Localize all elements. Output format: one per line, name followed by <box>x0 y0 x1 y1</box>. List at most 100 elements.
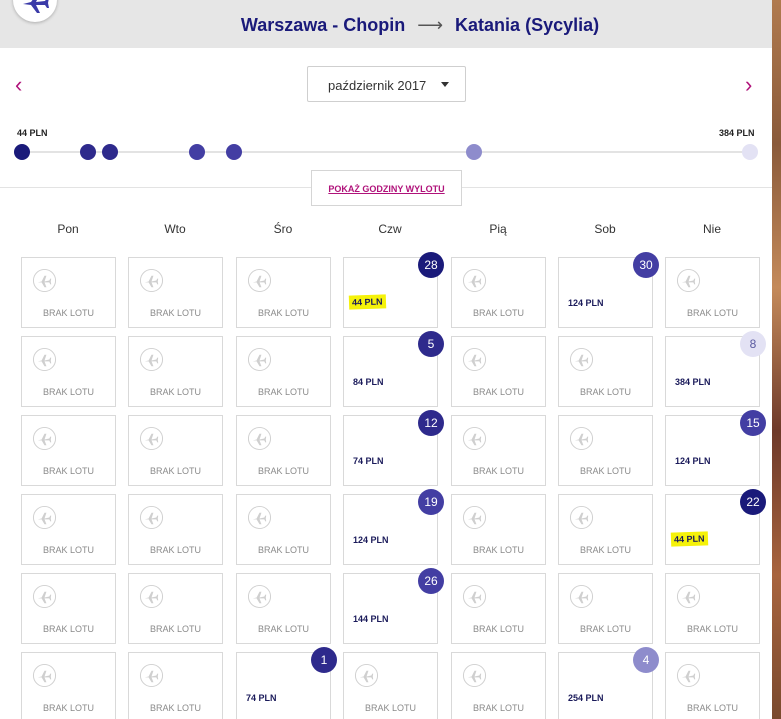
no-flight-label: BRAK LOTU <box>472 387 524 397</box>
calendar-day-no-flight: BRAK LOTU <box>558 415 653 486</box>
no-flight-label: BRAK LOTU <box>42 703 94 713</box>
day-number-badge: 4 <box>633 647 659 673</box>
calendar-day-no-flight: BRAK LOTU <box>451 257 546 328</box>
weekday-label: Pon <box>57 222 79 236</box>
no-flight-label: BRAK LOTU <box>42 624 94 634</box>
calendar-day-no-flight: BRAK LOTU <box>128 415 223 486</box>
calendar-day-no-flight: BRAK LOTU <box>21 494 116 565</box>
calendar-day-flight[interactable]: 254 PLN 4 <box>558 647 659 719</box>
price-scale-dot[interactable] <box>466 144 482 160</box>
weekday-label: Czw <box>378 222 402 236</box>
no-flight-label: BRAK LOTU <box>472 624 524 634</box>
caret-down-icon <box>441 82 449 87</box>
no-flight-label: BRAK LOTU <box>42 466 94 476</box>
weekday-label: Śro <box>273 222 293 236</box>
no-flight-label: BRAK LOTU <box>579 624 631 634</box>
calendar-day-no-flight: BRAK LOTU <box>451 336 546 407</box>
calendar-day-no-flight: BRAK LOTU <box>558 494 653 565</box>
calendar-day-no-flight: BRAK LOTU <box>451 494 546 565</box>
no-flight-label: BRAK LOTU <box>472 466 524 476</box>
no-flight-label: BRAK LOTU <box>686 624 738 634</box>
flight-price: 254 PLN <box>568 693 604 703</box>
no-flight-label: BRAK LOTU <box>149 545 201 555</box>
calendar-day-flight[interactable]: 124 PLN 30 <box>558 252 659 328</box>
no-flight-label: BRAK LOTU <box>257 308 309 318</box>
calendar-day-flight[interactable]: 74 PLN 1 <box>236 647 337 719</box>
calendar-day-flight[interactable]: 84 PLN 5 <box>343 331 444 407</box>
calendar-day-no-flight: BRAK LOTU <box>665 257 760 328</box>
flight-price: 124 PLN <box>353 535 389 545</box>
calendar-day-flight[interactable]: 384 PLN 8 <box>665 331 766 407</box>
flight-price: 44 PLN <box>348 294 386 310</box>
destination-airport: Katania (Sycylia) <box>455 15 600 35</box>
no-flight-label: BRAK LOTU <box>149 624 201 634</box>
calendar-day-no-flight: BRAK LOTU <box>451 652 546 719</box>
calendar-day-flight[interactable]: 124 PLN 15 <box>665 410 766 486</box>
calendar-day-no-flight: BRAK LOTU <box>343 652 438 719</box>
price-scale-dot[interactable] <box>102 144 118 160</box>
flight-price: 74 PLN <box>246 693 277 703</box>
day-number-badge: 19 <box>418 489 444 515</box>
flight-price: 74 PLN <box>353 456 384 466</box>
flight-price: 84 PLN <box>353 377 384 387</box>
no-flight-label: BRAK LOTU <box>42 308 94 318</box>
airplane-logo-icon <box>23 0 49 13</box>
no-flight-label: BRAK LOTU <box>42 545 94 555</box>
no-flight-label: BRAK LOTU <box>257 545 309 555</box>
no-flight-label: BRAK LOTU <box>472 308 524 318</box>
calendar-day-no-flight: BRAK LOTU <box>558 336 653 407</box>
price-scale-dot[interactable] <box>226 144 242 160</box>
day-number-badge: 12 <box>418 410 444 436</box>
day-number-badge: 26 <box>418 568 444 594</box>
calendar-day-no-flight: BRAK LOTU <box>236 573 331 644</box>
calendar-day-flight[interactable]: 74 PLN 12 <box>343 410 444 486</box>
calendar-day-no-flight: BRAK LOTU <box>21 652 116 719</box>
price-scale-dot[interactable] <box>14 144 30 160</box>
calendar-day-flight[interactable]: 44 PLN 28 <box>343 252 444 328</box>
month-select-value: październik 2017 <box>328 78 427 93</box>
route-title: Warszawa - Chopin ⟶ Katania (Sycylia) <box>0 15 772 36</box>
flight-price: 44 PLN <box>670 531 708 547</box>
no-flight-label: BRAK LOTU <box>257 466 309 476</box>
flight-calendar-panel: Warszawa - Chopin ⟶ Katania (Sycylia) ‹ pa… <box>0 0 772 719</box>
calendar-day-no-flight: BRAK LOTU <box>128 336 223 407</box>
calendar-day-no-flight: BRAK LOTU <box>21 573 116 644</box>
next-month-button[interactable]: › <box>745 72 752 98</box>
calendar-day-no-flight: BRAK LOTU <box>21 336 116 407</box>
show-departure-times-button[interactable]: POKAŻ GODZINY WYLOTU <box>311 170 462 206</box>
no-flight-label: BRAK LOTU <box>149 387 201 397</box>
calendar-day-flight[interactable]: 44 PLN 22 <box>665 489 766 565</box>
day-number-badge: 5 <box>418 331 444 357</box>
price-scale-dot[interactable] <box>189 144 205 160</box>
no-flight-label: BRAK LOTU <box>579 387 631 397</box>
no-flight-label: BRAK LOTU <box>149 703 201 713</box>
no-flight-label: BRAK LOTU <box>472 545 524 555</box>
calendar-day-no-flight: BRAK LOTU <box>128 494 223 565</box>
calendar-day-flight[interactable]: 144 PLN 26 <box>343 568 444 644</box>
no-flight-label: BRAK LOTU <box>472 703 524 713</box>
day-number-badge: 22 <box>740 489 766 515</box>
weekday-label: Sob <box>594 222 616 236</box>
day-number-badge: 28 <box>418 252 444 278</box>
calendar-day-no-flight: BRAK LOTU <box>236 415 331 486</box>
previous-month-button[interactable]: ‹ <box>15 72 22 98</box>
day-number-badge: 30 <box>633 252 659 278</box>
day-number-badge: 8 <box>740 331 766 357</box>
day-number-badge: 15 <box>740 410 766 436</box>
price-scale-dot[interactable] <box>80 144 96 160</box>
calendar-day-no-flight: BRAK LOTU <box>128 652 223 719</box>
calendar-day-no-flight: BRAK LOTU <box>236 336 331 407</box>
weekday-label: Nie <box>702 222 721 236</box>
calendar-day-no-flight: BRAK LOTU <box>236 494 331 565</box>
flight-price: 144 PLN <box>353 614 389 624</box>
calendar-day-flight[interactable]: 124 PLN 19 <box>343 489 444 565</box>
price-scale-dot[interactable] <box>742 144 758 160</box>
month-select[interactable]: październik 2017 <box>307 66 466 102</box>
background-photo <box>772 0 781 719</box>
no-flight-label: BRAK LOTU <box>579 545 631 555</box>
day-number-badge: 1 <box>311 647 337 673</box>
calendar-day-no-flight: BRAK LOTU <box>451 415 546 486</box>
price-scale-min: 44 PLN <box>17 128 48 138</box>
no-flight-label: BRAK LOTU <box>257 387 309 397</box>
route-arrow-icon: ⟶ <box>417 15 444 35</box>
